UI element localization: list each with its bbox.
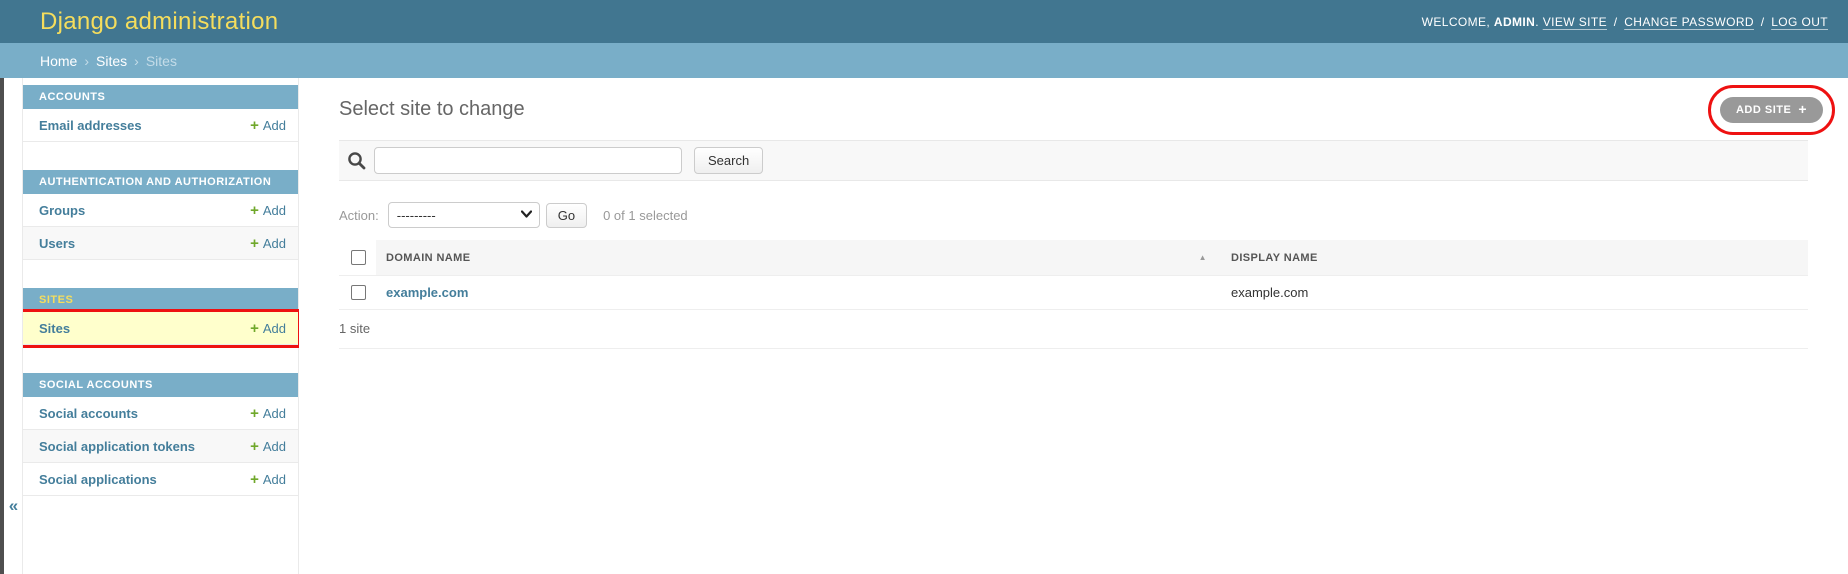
header-bar: Django administration WELCOME, ADMIN. VI… <box>0 0 1848 43</box>
domain-name-cell: example.com <box>376 276 1221 310</box>
sidebar-item-social-application-tokens[interactable]: Social application tokens + Add <box>23 430 298 463</box>
welcome-text: WELCOME, <box>1422 15 1491 29</box>
section-caption-sites: SITES <box>23 288 298 312</box>
column-header-label: DOMAIN NAME <box>386 252 470 264</box>
plus-icon: + <box>250 118 259 133</box>
row-checkbox[interactable] <box>351 285 366 300</box>
add-label: Add <box>263 321 286 336</box>
sidebar-section-social-accounts: SOCIAL ACCOUNTS Social accounts + Add Soc… <box>23 373 298 496</box>
display-name-cell: example.com <box>1221 276 1808 310</box>
log-out-link[interactable]: LOG OUT <box>1771 15 1828 29</box>
add-site-sidebar-link[interactable]: + Add <box>250 321 286 336</box>
action-select[interactable]: --------- <box>388 202 540 228</box>
breadcrumb-current: Sites <box>146 53 177 69</box>
select-all-checkbox[interactable] <box>351 250 366 265</box>
column-header-display-name[interactable]: DISPLAY NAME <box>1221 240 1808 276</box>
add-site-button-label: ADD SITE <box>1736 104 1791 116</box>
breadcrumb: Home › Sites › Sites <box>0 43 1848 78</box>
breadcrumb-separator: › <box>134 53 139 69</box>
users-link[interactable]: Users <box>39 236 75 251</box>
search-toolbar: Search <box>339 140 1808 181</box>
sidebar-item-email-addresses[interactable]: Email addresses + Add <box>23 109 298 142</box>
plus-icon: + <box>250 203 259 218</box>
add-social-application-token-link[interactable]: + Add <box>250 439 286 454</box>
add-site-button[interactable]: ADD SITE + <box>1720 97 1823 123</box>
plus-icon: + <box>250 321 259 336</box>
page-title: Select site to change <box>339 98 1808 121</box>
add-social-account-link[interactable]: + Add <box>250 406 286 421</box>
sidebar-item-social-applications[interactable]: Social applications + Add <box>23 463 298 496</box>
username: ADMIN <box>1494 15 1535 29</box>
add-label: Add <box>263 406 286 421</box>
add-label: Add <box>263 118 286 133</box>
user-tools-separator: / <box>1614 15 1618 29</box>
sort-ascending-icon[interactable]: ▲ <box>1199 253 1207 262</box>
change-password-link[interactable]: CHANGE PASSWORD <box>1624 15 1754 29</box>
social-application-tokens-link[interactable]: Social application tokens <box>39 439 195 454</box>
add-label: Add <box>263 236 286 251</box>
row-select-cell <box>339 276 376 310</box>
site-title[interactable]: Django administration <box>40 8 278 36</box>
object-tools: ADD SITE + <box>1720 97 1823 123</box>
results-table: DOMAIN NAME ▲ DISPLAY NAME example.com e… <box>339 240 1808 310</box>
add-email-address-link[interactable]: + Add <box>250 118 286 133</box>
sidebar-item-sites[interactable]: Sites + Add <box>23 312 298 345</box>
nav-sidebar: ACCOUNTS Email addresses + Add AUTHENTICA… <box>23 78 299 574</box>
site-row-link[interactable]: example.com <box>386 285 468 300</box>
plus-icon: + <box>1798 104 1807 115</box>
sidebar-item-groups[interactable]: Groups + Add <box>23 194 298 227</box>
section-caption-auth: AUTHENTICATION AND AUTHORIZATION <box>23 170 298 194</box>
section-caption-accounts: ACCOUNTS <box>23 85 298 109</box>
groups-link[interactable]: Groups <box>39 203 85 218</box>
table-row: example.com example.com <box>339 276 1808 310</box>
view-site-link[interactable]: VIEW SITE <box>1543 15 1607 29</box>
sidebar-section-auth: AUTHENTICATION AND AUTHORIZATION Groups … <box>23 170 298 260</box>
content-area: ADD SITE + Select site to change Search … <box>299 78 1848 574</box>
sites-link[interactable]: Sites <box>39 321 70 336</box>
add-label: Add <box>263 203 286 218</box>
plus-icon: + <box>250 406 259 421</box>
social-accounts-link[interactable]: Social accounts <box>39 406 138 421</box>
paginator-count: 1 site <box>339 310 1808 349</box>
search-button[interactable]: Search <box>694 147 763 174</box>
breadcrumb-sites-app[interactable]: Sites <box>96 53 127 69</box>
plus-icon: + <box>250 472 259 487</box>
section-caption-social-accounts: SOCIAL ACCOUNTS <box>23 373 298 397</box>
breadcrumb-separator: › <box>84 53 89 69</box>
user-tools: WELCOME, ADMIN. VIEW SITE / CHANGE PASSW… <box>1422 15 1828 29</box>
action-label: Action: <box>339 208 379 223</box>
table-header-row: DOMAIN NAME ▲ DISPLAY NAME <box>339 240 1808 276</box>
add-social-application-link[interactable]: + Add <box>250 472 286 487</box>
sidebar-item-social-accounts[interactable]: Social accounts + Add <box>23 397 298 430</box>
email-addresses-link[interactable]: Email addresses <box>39 118 142 133</box>
collapse-sidebar-button[interactable]: « <box>4 496 23 516</box>
add-label: Add <box>263 439 286 454</box>
action-counter: 0 of 1 selected <box>603 208 688 223</box>
search-input[interactable] <box>374 147 682 174</box>
select-all-header-cell <box>339 240 376 276</box>
actions-bar: Action: --------- Go 0 of 1 selected <box>339 202 1808 228</box>
plus-icon: + <box>250 236 259 251</box>
add-user-link[interactable]: + Add <box>250 236 286 251</box>
search-icon <box>347 151 366 170</box>
add-label: Add <box>263 472 286 487</box>
sidebar-section-sites: SITES Sites + Add <box>23 288 298 345</box>
username-period: . <box>1535 15 1539 29</box>
add-group-link[interactable]: + Add <box>250 203 286 218</box>
sidebar-toggle-column: « <box>4 78 23 574</box>
column-header-domain-name[interactable]: DOMAIN NAME ▲ <box>376 240 1221 276</box>
social-applications-link[interactable]: Social applications <box>39 472 157 487</box>
plus-icon: + <box>250 439 259 454</box>
sidebar-item-users[interactable]: Users + Add <box>23 227 298 260</box>
user-tools-separator: / <box>1761 15 1765 29</box>
go-button[interactable]: Go <box>546 203 587 228</box>
sidebar-section-accounts: ACCOUNTS Email addresses + Add <box>23 85 298 142</box>
breadcrumb-home[interactable]: Home <box>40 53 77 69</box>
